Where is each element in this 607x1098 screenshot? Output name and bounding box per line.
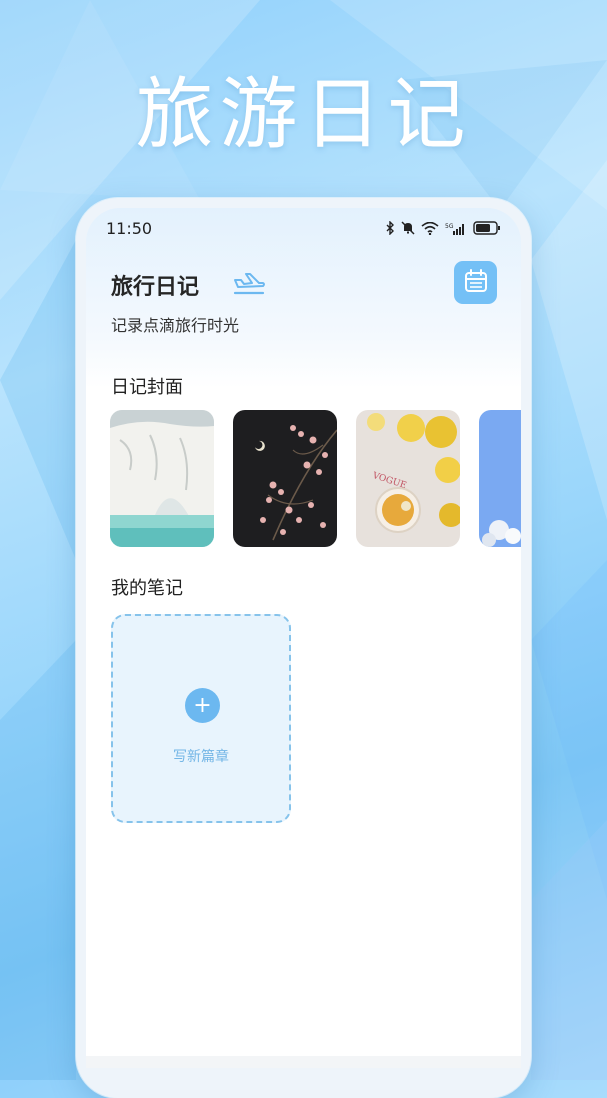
app-subtitle: 记录点滴旅行时光 [111, 316, 240, 335]
covers-section-label: 日记封面 [111, 377, 183, 398]
svg-text:5G: 5G [445, 223, 454, 230]
plus-icon: + [185, 688, 220, 723]
cover-blue-sky[interactable] [479, 410, 521, 547]
notes-section-label: 我的笔记 [111, 578, 183, 599]
calendar-button[interactable] [454, 261, 497, 304]
promo-title: 旅游日记 [135, 70, 472, 160]
status-icons: 5G [385, 221, 501, 235]
plane-icon [232, 268, 266, 302]
app-title: 旅行日记 [111, 275, 200, 300]
add-note-label: 写新篇章 [173, 749, 229, 765]
cover-dark-blossom[interactable] [233, 410, 337, 547]
bluetooth-icon [385, 221, 395, 235]
status-time: 11:50 [106, 219, 153, 238]
status-bar: 11:50 5G [86, 208, 521, 252]
mute-icon [401, 221, 415, 235]
app-screen: 11:50 5G 旅行日记 记录点滴旅行时光 日记封面 VOGUE 我的笔记 +… [86, 208, 521, 1068]
cover-white-cliffs[interactable] [110, 410, 214, 547]
wifi-icon [421, 221, 439, 235]
battery-icon [473, 221, 501, 235]
calendar-icon [463, 268, 489, 298]
bottom-edge [86, 1056, 521, 1068]
cover-list: VOGUE [110, 410, 521, 548]
add-note-card[interactable]: + 写新篇章 [111, 614, 291, 823]
cover-yellow-roses-tea[interactable]: VOGUE [356, 410, 460, 547]
signal-5g-icon: 5G [445, 222, 467, 235]
